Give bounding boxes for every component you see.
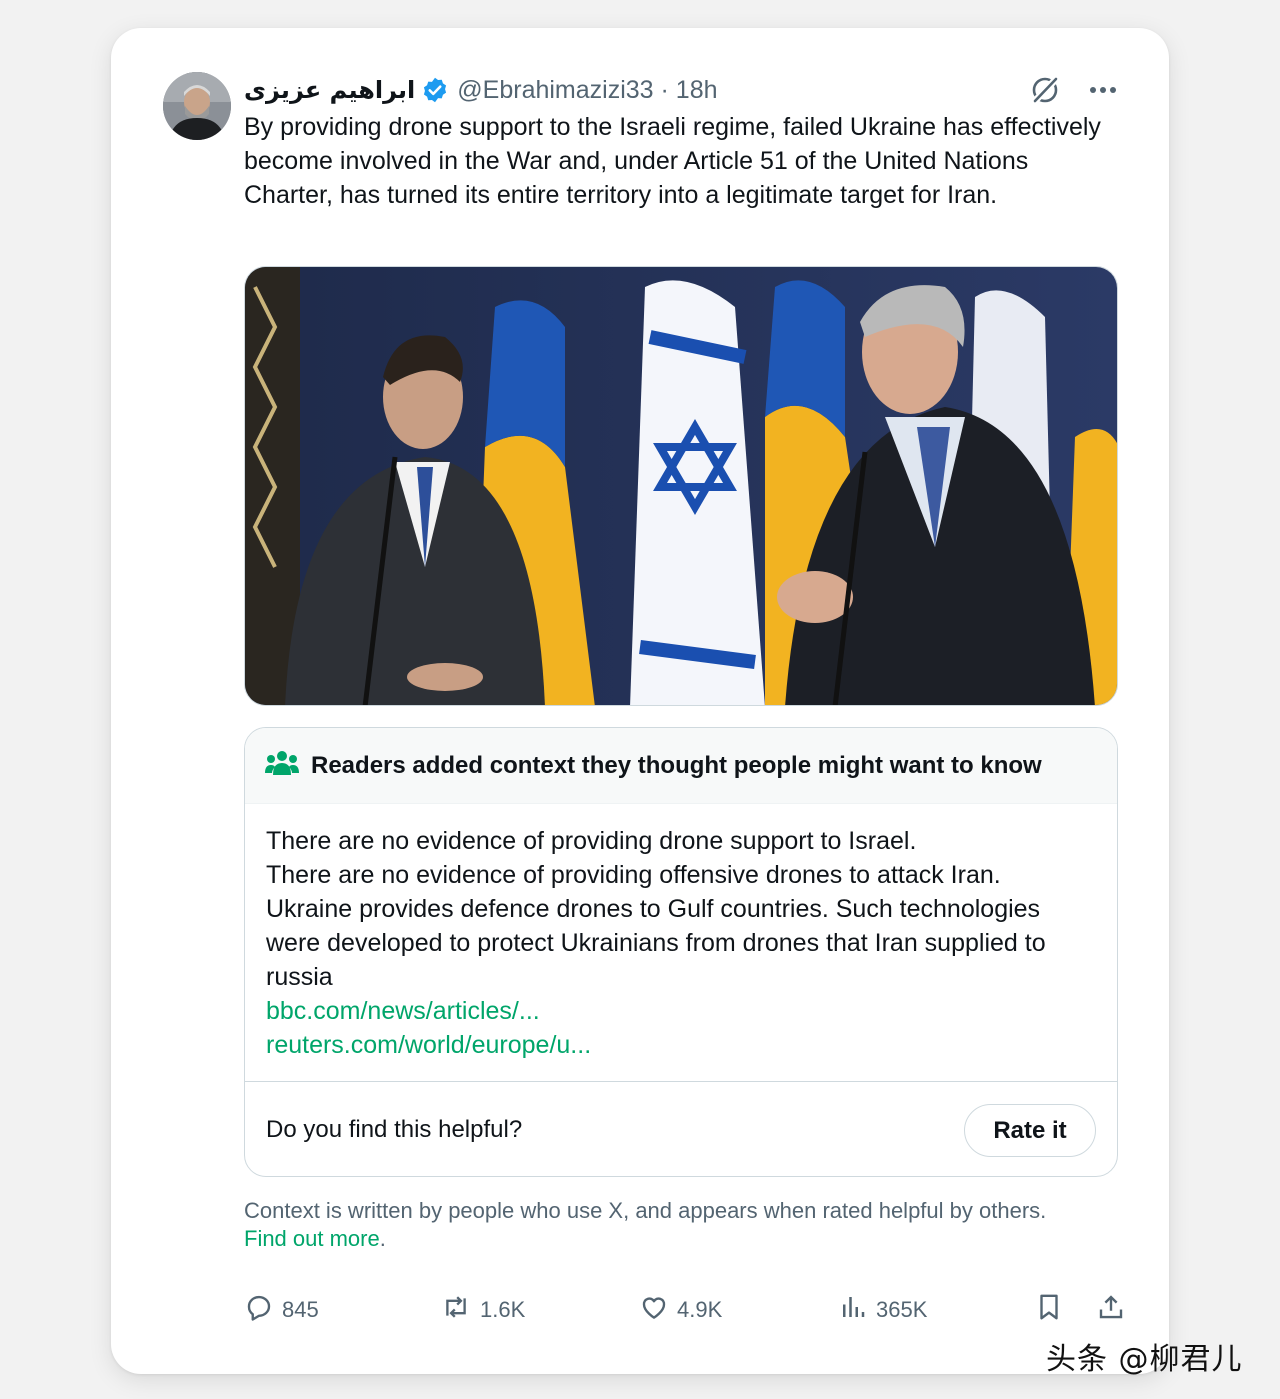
tweet-card: ابراهیم عزیزی @Ebrahimazizi33 · 18h By p… — [111, 28, 1169, 1374]
more-options-icon[interactable] — [1089, 86, 1117, 94]
header-actions — [1029, 72, 1117, 108]
community-note-body: There are no evidence of providing drone… — [245, 804, 1117, 1081]
verified-badge-icon — [421, 76, 449, 104]
disclaimer-period: . — [379, 1226, 386, 1251]
community-note-header: Readers added context they thought peopl… — [245, 728, 1117, 804]
note-rating-bar: Do you find this helpful? Rate it — [245, 1081, 1117, 1176]
bookmark-button[interactable] — [1034, 1290, 1064, 1330]
note-line: There are no evidence of providing drone… — [266, 827, 917, 855]
heart-icon — [639, 1292, 669, 1328]
note-source-link-reuters[interactable]: reuters.com/world/europe/u... — [266, 1028, 1096, 1062]
like-count: 4.9K — [677, 1297, 723, 1322]
share-upload-icon — [1096, 1292, 1126, 1328]
tweet-text: By providing drone support to the Israel… — [244, 113, 1101, 209]
note-disclaimer: Context is written by people who use X, … — [244, 1197, 1124, 1253]
community-note-title: Readers added context they thought peopl… — [311, 751, 1042, 779]
author-display-name[interactable]: ابراهیم عزیزی — [244, 76, 415, 104]
repost-count: 1.6K — [480, 1297, 526, 1322]
disclaimer-text: Context is written by people who use X, … — [244, 1198, 1047, 1223]
note-source-link-bbc[interactable]: bbc.com/news/articles/... — [266, 994, 1096, 1028]
author-handle-time[interactable]: @Ebrahimazizi33 · 18h — [457, 76, 717, 105]
people-icon — [265, 749, 299, 782]
share-button[interactable] — [1096, 1290, 1126, 1330]
grok-icon[interactable] — [1029, 74, 1061, 106]
repost-icon — [440, 1292, 472, 1328]
author-avatar[interactable] — [163, 72, 231, 140]
reply-icon — [244, 1292, 274, 1328]
views-button[interactable]: 365K — [838, 1290, 927, 1330]
views-count: 365K — [876, 1297, 928, 1322]
find-out-more-link[interactable]: Find out more — [244, 1226, 380, 1251]
bookmark-icon — [1034, 1292, 1064, 1328]
note-line: Ukraine provides defence drones to Gulf … — [266, 895, 1046, 991]
repost-button[interactable]: 1.6K — [440, 1290, 525, 1330]
reply-button[interactable]: 845 — [244, 1290, 319, 1330]
views-chart-icon — [838, 1292, 868, 1328]
like-button[interactable]: 4.9K — [639, 1290, 722, 1330]
note-line: There are no evidence of providing offen… — [266, 861, 1001, 889]
source-watermark: 头条 @柳君儿 — [1046, 1342, 1243, 1377]
reply-count: 845 — [282, 1297, 319, 1322]
rate-it-button[interactable]: Rate it — [964, 1104, 1096, 1157]
tweet-header: ابراهیم عزیزی @Ebrahimazizi33 · 18h — [244, 72, 1129, 108]
community-note: Readers added context they thought peopl… — [244, 727, 1118, 1177]
helpful-question: Do you find this helpful? — [266, 1115, 523, 1143]
tweet-action-bar: 845 1.6K 4.9K 365K — [244, 1290, 1129, 1330]
tweet-photo[interactable] — [244, 266, 1118, 706]
